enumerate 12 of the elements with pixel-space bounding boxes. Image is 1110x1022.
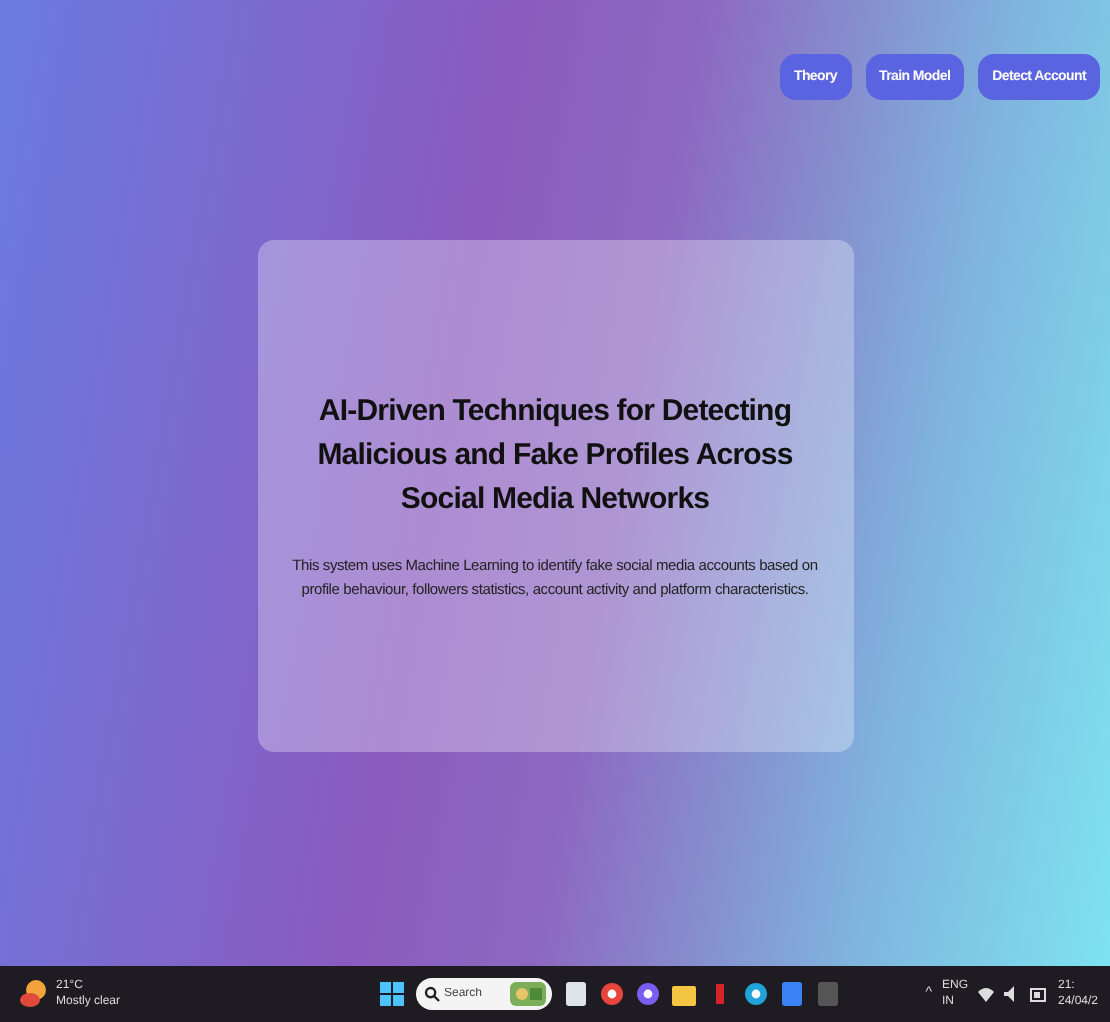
app-icon[interactable]: [600, 980, 624, 1008]
landscape-icon[interactable]: [510, 982, 546, 1006]
hero-title: AI-Driven Techniques for Detecting Malicious and Fake Profiles Across Social Media Networks: [315, 392, 795, 520]
battery-icon[interactable]: [1030, 987, 1048, 1001]
start-icon[interactable]: [380, 982, 404, 1006]
app-icon[interactable]: [744, 980, 768, 1008]
wifi-icon[interactable]: [978, 986, 994, 1002]
weather-icon[interactable]: [20, 978, 48, 1010]
volume-icon[interactable]: [1004, 986, 1020, 1002]
app-icon[interactable]: [564, 980, 588, 1008]
app-icon[interactable]: [636, 980, 660, 1008]
app-icon[interactable]: [672, 980, 696, 1008]
